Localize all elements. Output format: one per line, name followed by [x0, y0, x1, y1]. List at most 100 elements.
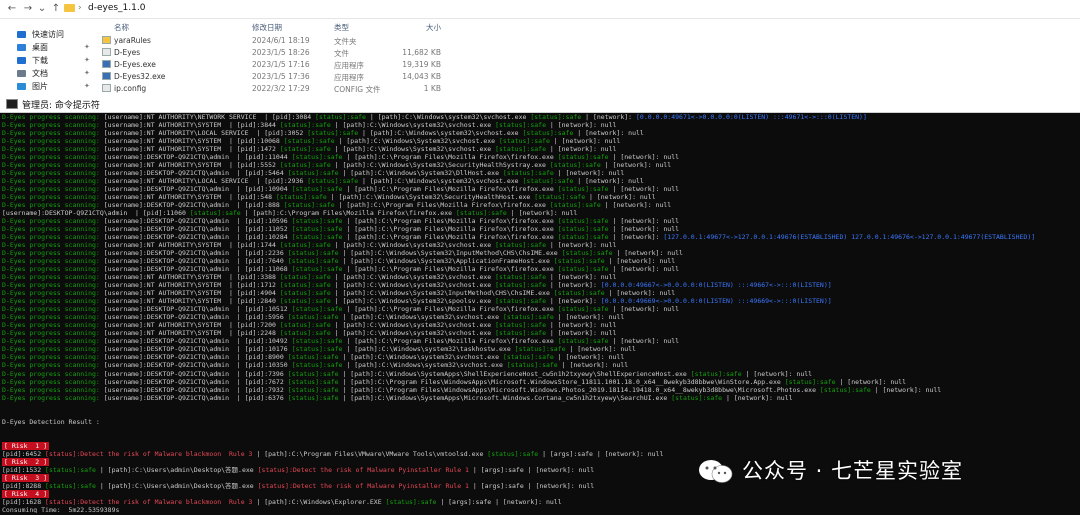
- console-text: [status]:safe: [495, 121, 546, 130]
- file-name: D-Eyes32.exe: [114, 72, 166, 81]
- console-text: D-Eyes progress scanning:: [2, 137, 104, 146]
- pin-icon[interactable]: ✦: [84, 80, 90, 93]
- console-text: | [path]:C:\Windows\System32\InputMethod…: [330, 289, 554, 298]
- column-date[interactable]: 修改日期: [252, 22, 282, 33]
- console-line: D-Eyes progress scanning: [username]:DES…: [2, 313, 1078, 321]
- risk-badge: [ Risk 4 ]: [2, 489, 50, 498]
- up-arrow-icon[interactable]: ↑: [50, 3, 62, 15]
- file-name: D-Eyes.exe: [114, 60, 156, 69]
- console-text: | [path]:C:\Program Files\Mozilla Firefo…: [334, 201, 550, 210]
- console-text: | [path]:C:\Windows\system32\svchost.exe: [342, 361, 507, 370]
- console-text: [username]:NT AUTHORITY\SYSTEM | [pid]:5…: [103, 193, 276, 202]
- console-text: D-Eyes progress scanning:: [2, 129, 104, 138]
- console-text: D-Eyes progress scanning:: [2, 361, 104, 370]
- file-row[interactable]: D-Eyes.exe 2023/1/5 17:16 应用程序 19,319 KB: [100, 58, 460, 70]
- file-date: 2022/3/2 17:29: [252, 84, 310, 93]
- console-text: [status]:safe: [307, 129, 359, 138]
- console-text: D-Eyes progress scanning:: [2, 273, 104, 282]
- console-line: D-Eyes progress scanning: [username]:DES…: [2, 386, 1078, 394]
- column-type[interactable]: 类型: [334, 22, 349, 33]
- console-text: [username]:DESKTOP-Q9Z1CTQ\admin | [pid]…: [103, 169, 288, 178]
- console-text: | [path]:C:\Program Files\Mozilla Firefo…: [342, 305, 558, 314]
- console-text: | [network]: null: [557, 361, 629, 370]
- console-text: [status]:safe: [283, 201, 335, 210]
- file-row[interactable]: D-Eyes32.exe 2023/1/5 17:36 应用程序 14,043 KB: [100, 70, 460, 82]
- console-text: [status]:safe: [279, 241, 331, 250]
- console-text: D-Eyes progress scanning:: [2, 353, 104, 362]
- breadcrumb-folder[interactable]: d-eyes_1.1.0: [88, 3, 145, 13]
- console-text: D-Eyes progress scanning:: [2, 385, 104, 394]
- console-text: | [network]: null: [565, 345, 636, 354]
- console-line: D-Eyes progress scanning: [username]:DES…: [2, 153, 1078, 161]
- console-text: | [path]:C:\Program Files\Mozilla Firefo…: [342, 225, 558, 234]
- console-text: [pid]:1532: [2, 465, 46, 474]
- console-text: | [path]:C:\Program Files\VMware\VMware …: [252, 449, 488, 458]
- quick-access-item[interactable]: 桌面 ✦: [14, 41, 94, 54]
- console-text: [status]:safe: [287, 377, 339, 386]
- console-text: [status]:safe: [514, 345, 566, 354]
- quick-access-item[interactable]: 文档 ✦: [14, 67, 94, 80]
- column-size[interactable]: 大小: [400, 22, 441, 33]
- console-text: [status]:safe: [291, 361, 343, 370]
- console-text: | [path]:C:\Windows\system32\svchost.exe: [330, 329, 496, 338]
- pin-icon[interactable]: ✦: [84, 54, 90, 67]
- console-text: [username]:NT AUTHORITY\SYSTEM | [pid]:2…: [103, 297, 280, 306]
- cmd-titlebar[interactable]: 管理员: 命令提示符: [0, 96, 1080, 113]
- console-text: [status]:safe: [279, 321, 331, 330]
- console-line: D-Eyes Detection Result :: [2, 418, 1078, 426]
- console-text: D-Eyes progress scanning:: [2, 377, 104, 386]
- watermark-text: 公众号 · 七芒星实验室: [742, 459, 964, 483]
- file-row[interactable]: yaraRules 2024/6/1 18:19 文件夹: [100, 34, 460, 46]
- console-text: | [network]:: [608, 233, 664, 242]
- forward-arrow-icon[interactable]: →: [22, 3, 34, 15]
- quick-access-item[interactable]: 图片 ✦: [14, 80, 94, 93]
- console-text: [status]:safe: [522, 177, 574, 186]
- console-line: D-Eyes progress scanning: [username]:NT …: [2, 113, 1078, 121]
- console-output[interactable]: D-Eyes progress scanning: [username]:NT …: [2, 113, 1078, 513]
- console-text: [username]:NT AUTHORITY\SYSTEM | [pid]:3…: [103, 273, 280, 282]
- console-text: | [network]: null: [608, 153, 680, 162]
- console-text: | [network]: null: [608, 337, 680, 346]
- console-text: D-Eyes progress scanning:: [2, 321, 104, 330]
- back-arrow-icon[interactable]: ←: [6, 3, 18, 15]
- console-text: D-Eyes progress scanning:: [2, 249, 104, 258]
- quick-access-item[interactable]: 快速访问: [14, 28, 94, 41]
- console-text: [status]:safe: [307, 177, 359, 186]
- console-text: [username]:DESKTOP-Q9Z1CTQ\admin | [pid]…: [103, 361, 292, 370]
- console-text: | [network]: null: [722, 393, 793, 402]
- console-text: [status]:safe: [495, 273, 546, 282]
- console-text: D-Eyes progress scanning:: [2, 329, 104, 338]
- console-text: [pid]:1628: [2, 497, 46, 506]
- console-text: [username]:NT AUTHORITY\SYSTEM | [pid]:1…: [103, 145, 280, 154]
- file-row[interactable]: ip.config 2022/3/2 17:29 CONFIG 文件 1 KB: [100, 82, 460, 94]
- console-text: [username]:DESKTOP-Q9Z1CTQ\admin | [pid]…: [103, 265, 292, 274]
- console-text: | [network]: null: [604, 257, 676, 266]
- column-name[interactable]: 名称: [114, 22, 129, 33]
- console-text: [status]:safe: [291, 153, 343, 162]
- console-text: | [path]:C:\Windows\System32\Application…: [338, 257, 554, 266]
- console-text: [status]:safe: [495, 321, 546, 330]
- command-prompt-window[interactable]: 管理员: 命令提示符 D-Eyes progress scanning: [us…: [0, 96, 1080, 515]
- file-date: 2023/1/5 18:26: [252, 48, 310, 57]
- console-text: | [path]:C:\Program Files\Mozilla Firefo…: [342, 153, 558, 162]
- console-text: | [path]:C:\Windows\system32\svchost.exe: [365, 113, 531, 121]
- console-text: D-Eyes progress scanning:: [2, 313, 104, 322]
- console-line: D-Eyes progress scanning: [username]:NT …: [2, 129, 1078, 137]
- console-text: [status]:safe: [189, 209, 241, 218]
- quick-access-label: 图片: [32, 82, 48, 91]
- chevron-down-icon[interactable]: ⌄: [36, 3, 48, 15]
- file-row[interactable]: D-Eyes 2023/1/5 18:26 文件 11,682 KB: [100, 46, 460, 58]
- console-line: D-Eyes progress scanning: [username]:DES…: [2, 233, 1078, 241]
- console-line: D-Eyes progress scanning: [username]:DES…: [2, 257, 1078, 265]
- pin-icon[interactable]: ✦: [84, 41, 90, 54]
- console-text: [username]:DESKTOP-Q9Z1CTQ\admin | [pid]…: [103, 377, 288, 386]
- quick-access-item[interactable]: 下载 ✦: [14, 54, 94, 67]
- console-text: [status]:Detect the risk of Malware blac…: [45, 449, 253, 458]
- console-text: [status]:safe: [291, 217, 343, 226]
- console-text: [status]:safe: [315, 113, 366, 121]
- console-text: | [network]: null: [545, 273, 617, 282]
- console-line: D-Eyes progress scanning: [username]:DES…: [2, 169, 1078, 177]
- pin-icon[interactable]: ✦: [84, 67, 90, 80]
- console-text: [username]:DESKTOP-Q9Z1CTQ\admin | [pid]…: [103, 233, 292, 242]
